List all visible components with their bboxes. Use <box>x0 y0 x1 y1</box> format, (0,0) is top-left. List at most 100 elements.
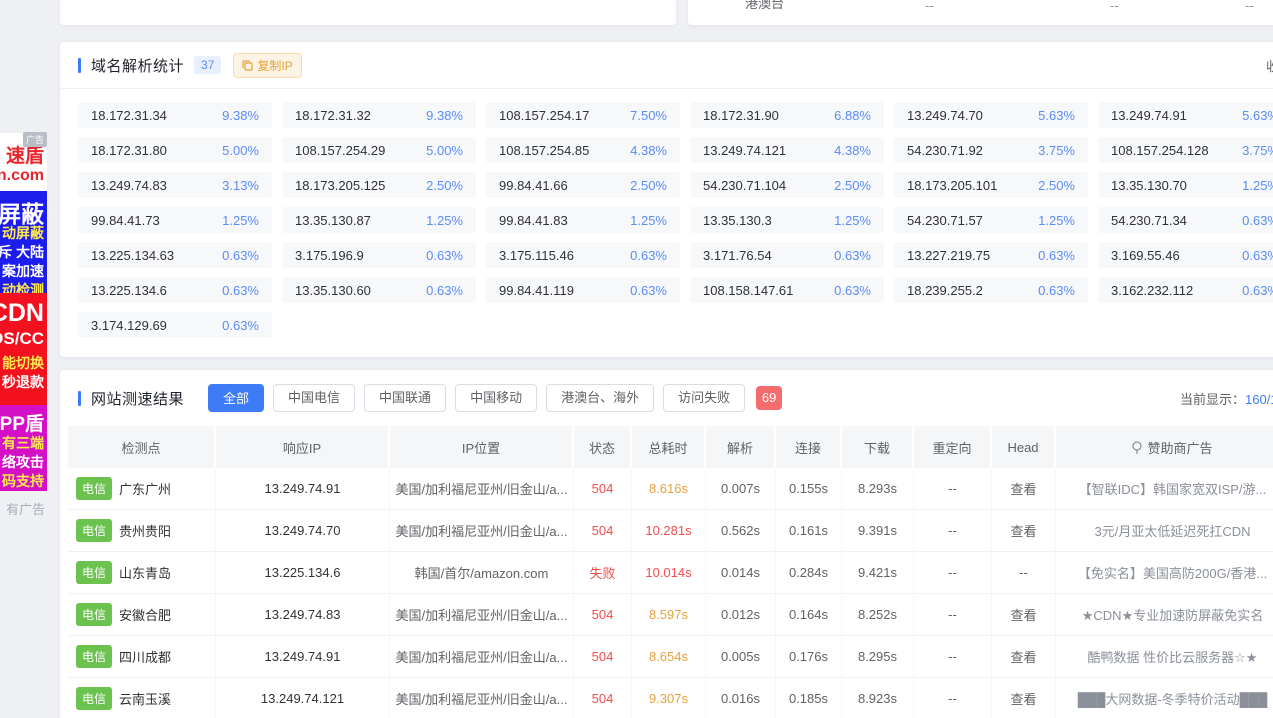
ip-stat-cell[interactable]: 108.157.254.29 5.00% <box>282 137 476 163</box>
speed-results-card: 网站测速结果 全部 中国电信 中国联通 中国移动 港澳台、海外 访问失败 69 … <box>60 370 1273 718</box>
ip-address: 3.171.76.54 <box>703 248 772 263</box>
download-time-value: 9.391s <box>842 510 914 552</box>
ip-stat-cell[interactable]: 3.171.76.54 0.63% <box>690 242 884 268</box>
tab-china-unicom[interactable]: 中国联通 <box>364 384 446 412</box>
table-header-row: 检测点 响应IP IP位置 状态 总耗时 解析 连接 下载 重定向 Head 赞… <box>68 426 1273 468</box>
ip-stat-cell[interactable]: 108.157.254.128 3.75% <box>1098 137 1273 163</box>
ip-address: 18.173.205.125 <box>295 178 385 193</box>
ip-stat-cell[interactable]: 13.35.130.70 1.25% <box>1098 172 1273 198</box>
col-ip-location: IP位置 <box>390 426 574 468</box>
tab-hk-mo-tw-overseas[interactable]: 港澳台、海外 <box>546 384 654 412</box>
sponsor-ad-link[interactable]: ███大网数据-冬季特价活动███ <box>1056 678 1273 718</box>
ip-stat-cell[interactable]: 13.249.74.121 4.38% <box>690 137 884 163</box>
ip-address: 3.175.196.9 <box>295 248 364 263</box>
ip-stat-cell[interactable]: 13.35.130.87 1.25% <box>282 207 476 233</box>
ip-percentage: 0.63% <box>222 248 259 263</box>
ip-stat-cell[interactable]: 54.230.71.104 2.50% <box>690 172 884 198</box>
tab-failed[interactable]: 访问失败 <box>663 384 745 412</box>
download-time-value: 9.421s <box>842 552 914 594</box>
ip-percentage: 0.63% <box>1242 213 1273 228</box>
copy-ip-button[interactable]: 复制IP <box>233 53 301 78</box>
ip-stat-cell[interactable]: 18.172.31.34 9.38% <box>78 102 272 128</box>
ip-stat-cell[interactable]: 3.174.129.69 0.63% <box>78 312 272 338</box>
ip-percentage: 0.63% <box>426 283 463 298</box>
ad-section-red: CDN OS/CC 能切换 秒退款 <box>0 293 47 405</box>
ip-stat-cell[interactable]: 18.172.31.90 6.88% <box>690 102 884 128</box>
ip-percentage: 5.63% <box>1038 108 1075 123</box>
tab-all[interactable]: 全部 <box>208 384 264 412</box>
ip-stat-cell[interactable]: 13.249.74.83 3.13% <box>78 172 272 198</box>
sponsor-icon <box>1131 441 1143 455</box>
ip-stat-cell[interactable]: 54.230.71.34 0.63% <box>1098 207 1273 233</box>
connect-time-value: 0.284s <box>776 552 842 594</box>
ip-percentage: 0.63% <box>1242 248 1273 263</box>
ip-address: 18.172.31.34 <box>91 108 167 123</box>
ad-tag-label: 广告 <box>23 132 47 147</box>
ip-stat-cell[interactable]: 13.227.219.75 0.63% <box>894 242 1088 268</box>
ip-stat-cell[interactable]: 18.173.205.125 2.50% <box>282 172 476 198</box>
ip-percentage: 0.63% <box>222 283 259 298</box>
failed-count-badge: 69 <box>756 386 782 410</box>
ip-stat-cell[interactable]: 99.84.41.66 2.50% <box>486 172 680 198</box>
ip-stat-cell[interactable]: 99.84.41.119 0.63% <box>486 277 680 303</box>
ip-address: 99.84.41.83 <box>499 213 568 228</box>
sponsor-ad-link[interactable]: 3元/月亚太低延迟死扛CDN <box>1056 510 1273 552</box>
sponsor-ad-link[interactable]: ★CDN★专业加速防屏蔽免实名 <box>1056 594 1273 636</box>
col-connect: 连接 <box>776 426 842 468</box>
ip-stat-cell[interactable]: 54.230.71.57 1.25% <box>894 207 1088 233</box>
ip-stat-cell[interactable]: 13.35.130.3 1.25% <box>690 207 884 233</box>
ip-stat-cell[interactable]: 108.157.254.85 4.38% <box>486 137 680 163</box>
ad-line-text: OS/CC <box>0 329 44 349</box>
sponsor-ad-link[interactable]: 酷鸭数据 性价比云服务器☆★ <box>1056 636 1273 678</box>
ip-stat-cell[interactable]: 99.84.41.73 1.25% <box>78 207 272 233</box>
ip-stat-cell[interactable]: 3.162.232.112 0.63% <box>1098 277 1273 303</box>
ip-address: 3.169.55.46 <box>1111 248 1180 263</box>
sponsor-ad-link[interactable]: 【免实名】美国高防200G/香港... <box>1056 552 1273 594</box>
ip-stat-cell[interactable]: 13.225.134.63 0.63% <box>78 242 272 268</box>
ip-stat-cell[interactable]: 18.172.31.80 5.00% <box>78 137 272 163</box>
response-ip: 13.249.74.83 <box>216 594 390 636</box>
ip-stat-cell[interactable]: 3.169.55.46 0.63% <box>1098 242 1273 268</box>
side-ad-banner[interactable]: 广告 速盾 n.com 屏蔽 动屏蔽 斥 大陆 案加速 动检测 CDN OS/C… <box>0 133 47 517</box>
ip-stat-cell[interactable]: 54.230.71.92 3.75% <box>894 137 1088 163</box>
ip-percentage: 3.75% <box>1038 143 1075 158</box>
ip-percentage: 0.63% <box>834 283 871 298</box>
head-view-link[interactable]: 查看 <box>992 510 1056 552</box>
status-value: 504 <box>574 678 632 718</box>
status-value: 失败 <box>574 552 632 594</box>
tab-china-mobile[interactable]: 中国移动 <box>455 384 537 412</box>
head-view-link[interactable]: 查看 <box>992 678 1056 718</box>
ip-stat-cell[interactable]: 18.239.255.2 0.63% <box>894 277 1088 303</box>
head-view-link[interactable]: 查看 <box>992 594 1056 636</box>
ip-stat-cell[interactable]: 13.35.130.60 0.63% <box>282 277 476 303</box>
ip-stats-grid: 18.172.31.34 9.38% 18.172.31.32 9.38% 10… <box>60 89 1273 347</box>
head-view-link[interactable]: 查看 <box>992 468 1056 510</box>
ip-stat-cell[interactable]: 99.84.41.83 1.25% <box>486 207 680 233</box>
ip-stat-cell[interactable]: 13.249.74.91 5.63% <box>1098 102 1273 128</box>
collapse-button[interactable]: 收起 <box>1266 56 1273 75</box>
head-view-link[interactable]: -- <box>992 552 1056 594</box>
ip-stat-cell[interactable]: 18.172.31.32 9.38% <box>282 102 476 128</box>
filter-tabs: 全部 中国电信 中国联通 中国移动 港澳台、海外 访问失败 69 <box>208 384 782 412</box>
total-time-value: 10.281s <box>632 510 706 552</box>
ip-stat-cell[interactable]: 18.173.205.101 2.50% <box>894 172 1088 198</box>
col-response-ip: 响应IP <box>216 426 390 468</box>
ip-stat-cell[interactable]: 3.175.115.46 0.63% <box>486 242 680 268</box>
ip-stat-cell[interactable]: 13.249.74.70 5.63% <box>894 102 1088 128</box>
ad-line-text: n.com <box>0 167 44 185</box>
download-time-value: 8.293s <box>842 468 914 510</box>
isp-badge: 电信 <box>76 561 112 584</box>
ip-address: 108.157.254.85 <box>499 143 589 158</box>
ad-line-text: 动检测 <box>2 280 44 293</box>
ip-stat-cell[interactable]: 3.175.196.9 0.63% <box>282 242 476 268</box>
ip-stat-cell[interactable]: 13.225.134.6 0.63% <box>78 277 272 303</box>
head-view-link[interactable]: 查看 <box>992 636 1056 678</box>
tab-china-telecom[interactable]: 中国电信 <box>273 384 355 412</box>
ip-stat-cell[interactable]: 108.158.147.61 0.63% <box>690 277 884 303</box>
ad-line-text: CDN <box>0 299 44 328</box>
ip-address: 3.162.232.112 <box>1111 283 1193 298</box>
ip-stat-cell[interactable]: 108.157.254.17 7.50% <box>486 102 680 128</box>
sponsor-ad-link[interactable]: 【智联IDC】韩国家宽双ISP/游... <box>1056 468 1273 510</box>
node-name: 云南玉溪 <box>119 689 171 708</box>
ad-line-text: 码支持 <box>2 471 44 491</box>
